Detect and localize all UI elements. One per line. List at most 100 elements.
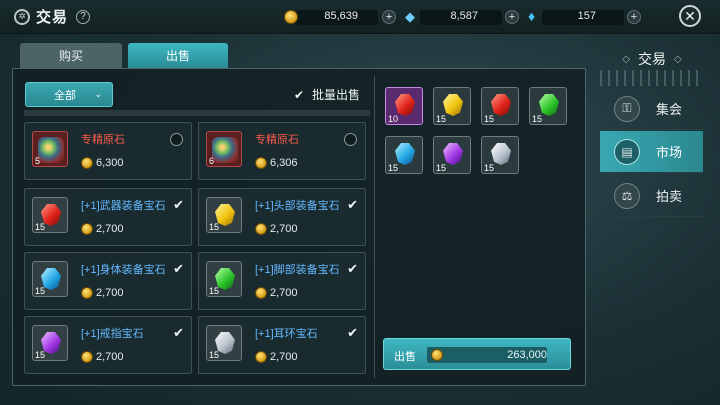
item-icon: 5 (32, 131, 68, 167)
page-title: 交易 (36, 9, 69, 26)
item-quantity: 15 (35, 286, 46, 296)
item-name: [+1]武器装备宝石 (81, 200, 166, 212)
add-crystal-button[interactable]: + (505, 10, 519, 24)
list-item[interactable]: 15 [+1]武器装备宝石 2,700 ✔ (24, 188, 192, 246)
price-value: 2,700 (270, 223, 298, 235)
select-radio[interactable] (170, 133, 183, 146)
selected-slot[interactable]: 15 (385, 136, 423, 174)
chevron-down-icon: ⌄ (94, 89, 102, 99)
gold-coin-icon (255, 351, 267, 363)
help-button[interactable]: ? (76, 9, 91, 24)
add-gold-button[interactable]: + (382, 10, 396, 24)
price-value: 2,700 (96, 351, 124, 363)
lock-icon: ⚿ (614, 95, 640, 122)
item-icon: 15 (32, 261, 68, 297)
item-name: [+1]身体装备宝石 (81, 264, 166, 276)
item-name: [+1]戒指宝石 (81, 328, 144, 340)
item-price: 2,700 (255, 223, 298, 235)
selected-slot[interactable]: 10 (385, 87, 423, 125)
side-nav-ornament (600, 70, 704, 86)
item-name: [+1]头部装备宝石 (255, 200, 340, 212)
list-item[interactable]: 15 [+1]脚部装备宝石 2,700 ✔ (198, 252, 366, 310)
selected-check-icon[interactable]: ✔ (173, 261, 184, 277)
gold-coin-icon (284, 10, 298, 24)
item-name: 专精原石 (81, 134, 125, 146)
yellow-gem-icon (443, 94, 463, 116)
item-price: 2,700 (81, 287, 124, 299)
side-nav-title: 交易 (638, 51, 666, 67)
close-button[interactable]: ✕ (679, 5, 701, 27)
list-item[interactable]: 6 专精原石 6,306 (198, 122, 366, 180)
list-item[interactable]: 15 [+1]耳环宝石 2,700 ✔ (198, 316, 366, 374)
batch-sell-label: 批量出售 (312, 88, 361, 102)
batch-sell-toggle[interactable]: ✔ 批量出售 (292, 86, 360, 103)
selected-check-icon[interactable]: ✔ (347, 197, 358, 213)
list-item[interactable]: 15 [+1]戒指宝石 2,700 ✔ (24, 316, 192, 374)
filter-label: 全部 (54, 89, 76, 102)
diamond-icon: ♦ (528, 8, 536, 24)
scale-icon: ⚖ (614, 182, 640, 209)
item-icon: 15 (32, 325, 68, 361)
slot-quantity: 15 (436, 163, 447, 173)
item-quantity: 15 (35, 350, 46, 360)
trade-emblem-icon: ✲ (14, 8, 30, 25)
list-item[interactable]: 15 [+1]身体装备宝石 2,700 ✔ (24, 252, 192, 310)
sell-button[interactable]: 出售 263,000 (383, 338, 571, 370)
sell-total: 263,000 (507, 349, 547, 361)
sidebar-item-auction[interactable]: ⚖ 拍卖 (600, 175, 703, 217)
selected-slot[interactable]: 15 (481, 87, 519, 125)
selected-check-icon[interactable]: ✔ (347, 261, 358, 277)
slot-quantity: 15 (436, 114, 447, 124)
check-icon: ✔ (293, 87, 305, 102)
selected-slot[interactable]: 15 (433, 87, 471, 125)
selected-check-icon[interactable]: ✔ (173, 197, 184, 213)
item-price: 2,700 (255, 287, 298, 299)
selected-slot[interactable]: 15 (481, 136, 519, 174)
blue-crystal-icon: ◆ (405, 9, 415, 24)
gold-coin-icon (255, 223, 267, 235)
item-name: 专精原石 (255, 134, 299, 146)
sidebar-item-label: 拍卖 (656, 189, 683, 204)
sell-total-field: 263,000 (427, 347, 547, 363)
purple-gem-icon (443, 143, 463, 165)
item-icon: 15 (206, 197, 242, 233)
selected-slot[interactable]: 15 (433, 136, 471, 174)
category-filter-dropdown[interactable]: 全部 ⌄ (25, 82, 113, 107)
list-item[interactable]: 5 专精原石 6,300 (24, 122, 192, 180)
red-gem-icon (395, 94, 415, 116)
item-price: 2,700 (81, 351, 124, 363)
item-name: [+1]脚部装备宝石 (255, 264, 340, 276)
item-quantity: 15 (209, 350, 220, 360)
gold-coin-icon (431, 349, 443, 361)
selected-slot[interactable]: 15 (529, 87, 567, 125)
slot-quantity: 15 (388, 163, 399, 173)
selected-check-icon[interactable]: ✔ (173, 325, 184, 341)
item-quantity: 15 (35, 222, 46, 232)
item-icon: 6 (206, 131, 242, 167)
selected-check-icon[interactable]: ✔ (347, 325, 358, 341)
add-diamond-button[interactable]: + (627, 10, 641, 24)
white-gem-icon (491, 143, 511, 165)
shop-icon: ▤ (614, 138, 640, 165)
tab-sell[interactable]: 出售 (128, 43, 228, 68)
item-name: [+1]耳环宝石 (255, 328, 318, 340)
mastery-ore-icon (212, 137, 238, 163)
select-radio[interactable] (344, 133, 357, 146)
price-value: 2,700 (96, 223, 124, 235)
item-list[interactable]: 5 专精原石 6,300 6 专精原石 6,306 15 [+1]武器装备宝石 … (24, 112, 370, 378)
tab-buy[interactable]: 购买 (20, 43, 122, 68)
price-value: 2,700 (96, 287, 124, 299)
red-gem-icon (491, 94, 511, 116)
sidebar-item-gathering[interactable]: ⚿ 集会 (600, 88, 703, 130)
price-value: 6,300 (96, 157, 124, 169)
list-item[interactable]: 15 [+1]头部装备宝石 2,700 ✔ (198, 188, 366, 246)
gold-coin-icon (255, 287, 267, 299)
sidebar-item-market[interactable]: ▤ 市场 (600, 131, 703, 173)
mastery-ore-icon (38, 137, 64, 163)
price-value: 2,700 (270, 351, 298, 363)
price-value: 6,306 (270, 157, 298, 169)
crystal-amount: 8,587 (450, 10, 478, 22)
item-price: 6,300 (81, 157, 124, 169)
price-value: 2,700 (270, 287, 298, 299)
item-icon: 15 (32, 197, 68, 233)
